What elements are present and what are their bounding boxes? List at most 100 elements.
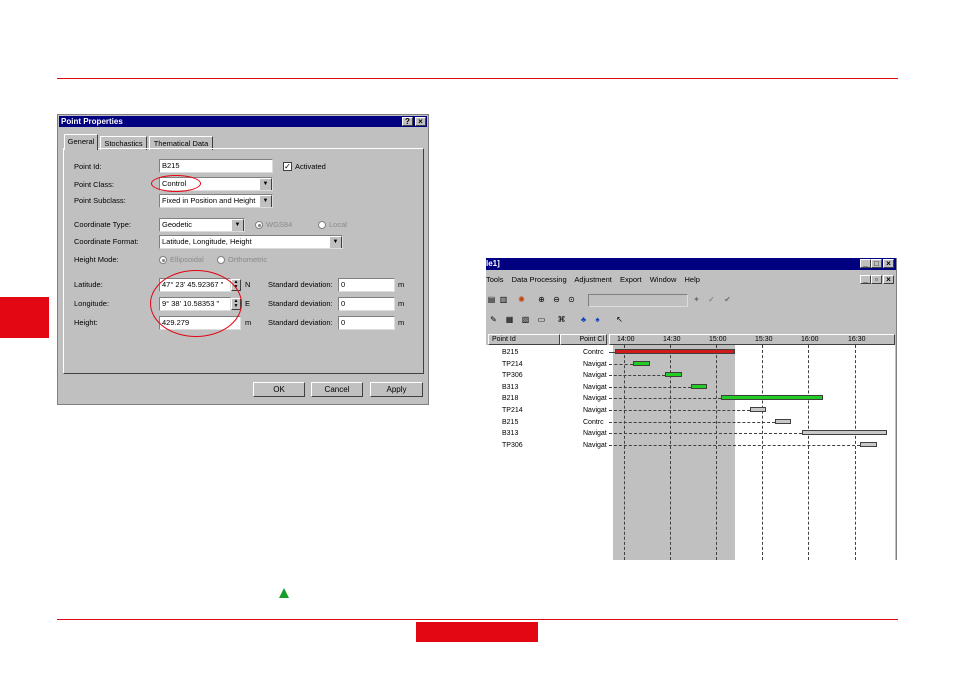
std-dev-label: Standard deviation:	[268, 299, 333, 308]
point-properties-dialog: Point Properties ? × General Stochastics…	[57, 114, 429, 405]
longitude-label: Longitude:	[74, 299, 110, 308]
highlight-oval	[150, 270, 242, 337]
tab-general[interactable]: General	[64, 134, 98, 150]
close-icon: ×	[418, 117, 423, 126]
session-window: le1] _ □ × Tools Data Processing Adjustm…	[486, 258, 897, 560]
row-connector	[609, 363, 633, 365]
row-connector	[609, 421, 775, 423]
longitude-hemisphere: E	[245, 299, 251, 308]
height-mode-label: Height Mode:	[74, 255, 119, 264]
help-icon: ?	[405, 117, 410, 126]
list-item-class: Navigat	[583, 407, 607, 414]
list-item[interactable]: TP306	[502, 370, 523, 382]
list-item-class: Navigat	[583, 430, 607, 438]
point-id-field[interactable]: B215	[159, 159, 273, 173]
std-dev-latitude-field[interactable]: 0	[338, 278, 395, 292]
std-dev-label: Standard deviation:	[268, 280, 333, 289]
list-item-class: Contrc	[583, 349, 604, 356]
point-id-label: Point Id:	[74, 162, 102, 171]
activated-label: Activated	[295, 162, 326, 171]
cancel-button[interactable]: Cancel	[311, 382, 363, 397]
dialog-titlebar: Point Properties	[59, 116, 427, 127]
std-dev-label: Standard deviation:	[268, 318, 333, 327]
triangle-icon	[279, 588, 289, 598]
list-item[interactable]: B218	[502, 393, 518, 405]
std-dev-longitude-field[interactable]: 0	[338, 297, 395, 311]
wgs84-label: WGS84	[266, 220, 293, 229]
list-item[interactable]: TP214	[502, 359, 523, 371]
time-label: 14:00	[617, 336, 635, 343]
coordinate-type-label: Coordinate Type:	[74, 220, 131, 229]
std-dev-unit: m	[398, 299, 405, 308]
highlight-oval	[151, 175, 201, 192]
close-button[interactable]: ×	[415, 117, 426, 126]
time-label: 16:00	[801, 336, 819, 343]
bottom-tab	[416, 622, 538, 642]
point-subclass-select[interactable]: Fixed in Position and Height ▼	[159, 194, 273, 208]
top-rule	[57, 78, 898, 79]
list-item-class: Contrc	[583, 418, 604, 426]
std-dev-unit: m	[398, 280, 405, 289]
time-gridline	[855, 345, 856, 560]
local-radio[interactable]	[318, 221, 326, 229]
time-gridline	[624, 345, 625, 560]
point-class-label: Point Class:	[74, 180, 115, 189]
std-dev-height-field[interactable]: 0	[338, 316, 395, 330]
ellipsoidal-radio[interactable]	[159, 256, 167, 264]
std-dev-unit: m	[398, 318, 405, 327]
session-bar[interactable]	[750, 407, 766, 412]
session-bar[interactable]	[860, 441, 877, 447]
time-gridline	[670, 345, 671, 560]
help-button[interactable]: ?	[402, 117, 413, 126]
list-item[interactable]: B215	[502, 347, 518, 359]
session-bar[interactable]	[691, 383, 707, 389]
orthometric-radio[interactable]	[217, 256, 225, 264]
height-unit: m	[245, 318, 252, 327]
ok-button[interactable]: OK	[253, 382, 305, 397]
list-item[interactable]: B313	[502, 428, 518, 440]
point-subclass-label: Point Subclass:	[74, 196, 126, 205]
activated-checkbox[interactable]: ✓	[283, 162, 292, 171]
coordinate-format-select[interactable]: Latitude, Longitude, Height ▼	[159, 235, 343, 249]
row-connector	[609, 386, 691, 388]
session-bar[interactable]	[665, 372, 682, 378]
session-bar[interactable]	[633, 360, 650, 366]
session-bar[interactable]	[721, 395, 823, 401]
local-label: Local	[329, 220, 347, 229]
list-item[interactable]: TP214	[502, 405, 523, 417]
chevron-down-icon: ▼	[259, 195, 272, 207]
coordinate-format-label: Coordinate Format:	[74, 237, 139, 246]
chevron-down-icon: ▼	[329, 236, 342, 248]
height-label: Height:	[74, 318, 98, 327]
session-bar[interactable]	[802, 430, 887, 436]
list-item-class: Navigat	[583, 441, 607, 449]
ellipsoidal-label: Ellipsoidal	[170, 255, 204, 264]
row-connector	[609, 398, 721, 400]
gantt-rows: 14:00 14:30 15:00 15:30 16:00 16:30 B215 Contrc…	[486, 258, 896, 560]
time-gridline	[762, 345, 763, 560]
time-label: 15:00	[709, 336, 727, 343]
list-item-class: Navigat	[583, 360, 607, 368]
row-connector	[609, 410, 750, 411]
apply-button[interactable]: Apply	[370, 382, 423, 397]
row-connector	[609, 375, 665, 377]
dialog-title: Point Properties	[61, 117, 123, 126]
session-bar[interactable]	[775, 418, 791, 424]
row-connector	[609, 433, 802, 435]
list-item[interactable]: B313	[502, 382, 518, 394]
list-item[interactable]: TP306	[502, 440, 523, 452]
bottom-rule	[57, 619, 898, 620]
time-label: 15:30	[755, 336, 773, 343]
row-connector	[609, 444, 860, 446]
chevron-down-icon: ▼	[259, 178, 272, 190]
side-marker	[0, 297, 49, 338]
latitude-hemisphere: N	[245, 280, 251, 289]
wgs84-radio[interactable]	[255, 221, 263, 229]
session-bar[interactable]	[615, 349, 735, 354]
time-gridline	[716, 345, 717, 560]
list-item-class: Navigat	[583, 372, 607, 380]
coordinate-type-select[interactable]: Geodetic ▼	[159, 218, 245, 232]
time-gridline	[808, 345, 809, 560]
list-item[interactable]: B215	[502, 417, 518, 429]
chevron-down-icon: ▼	[231, 219, 244, 231]
